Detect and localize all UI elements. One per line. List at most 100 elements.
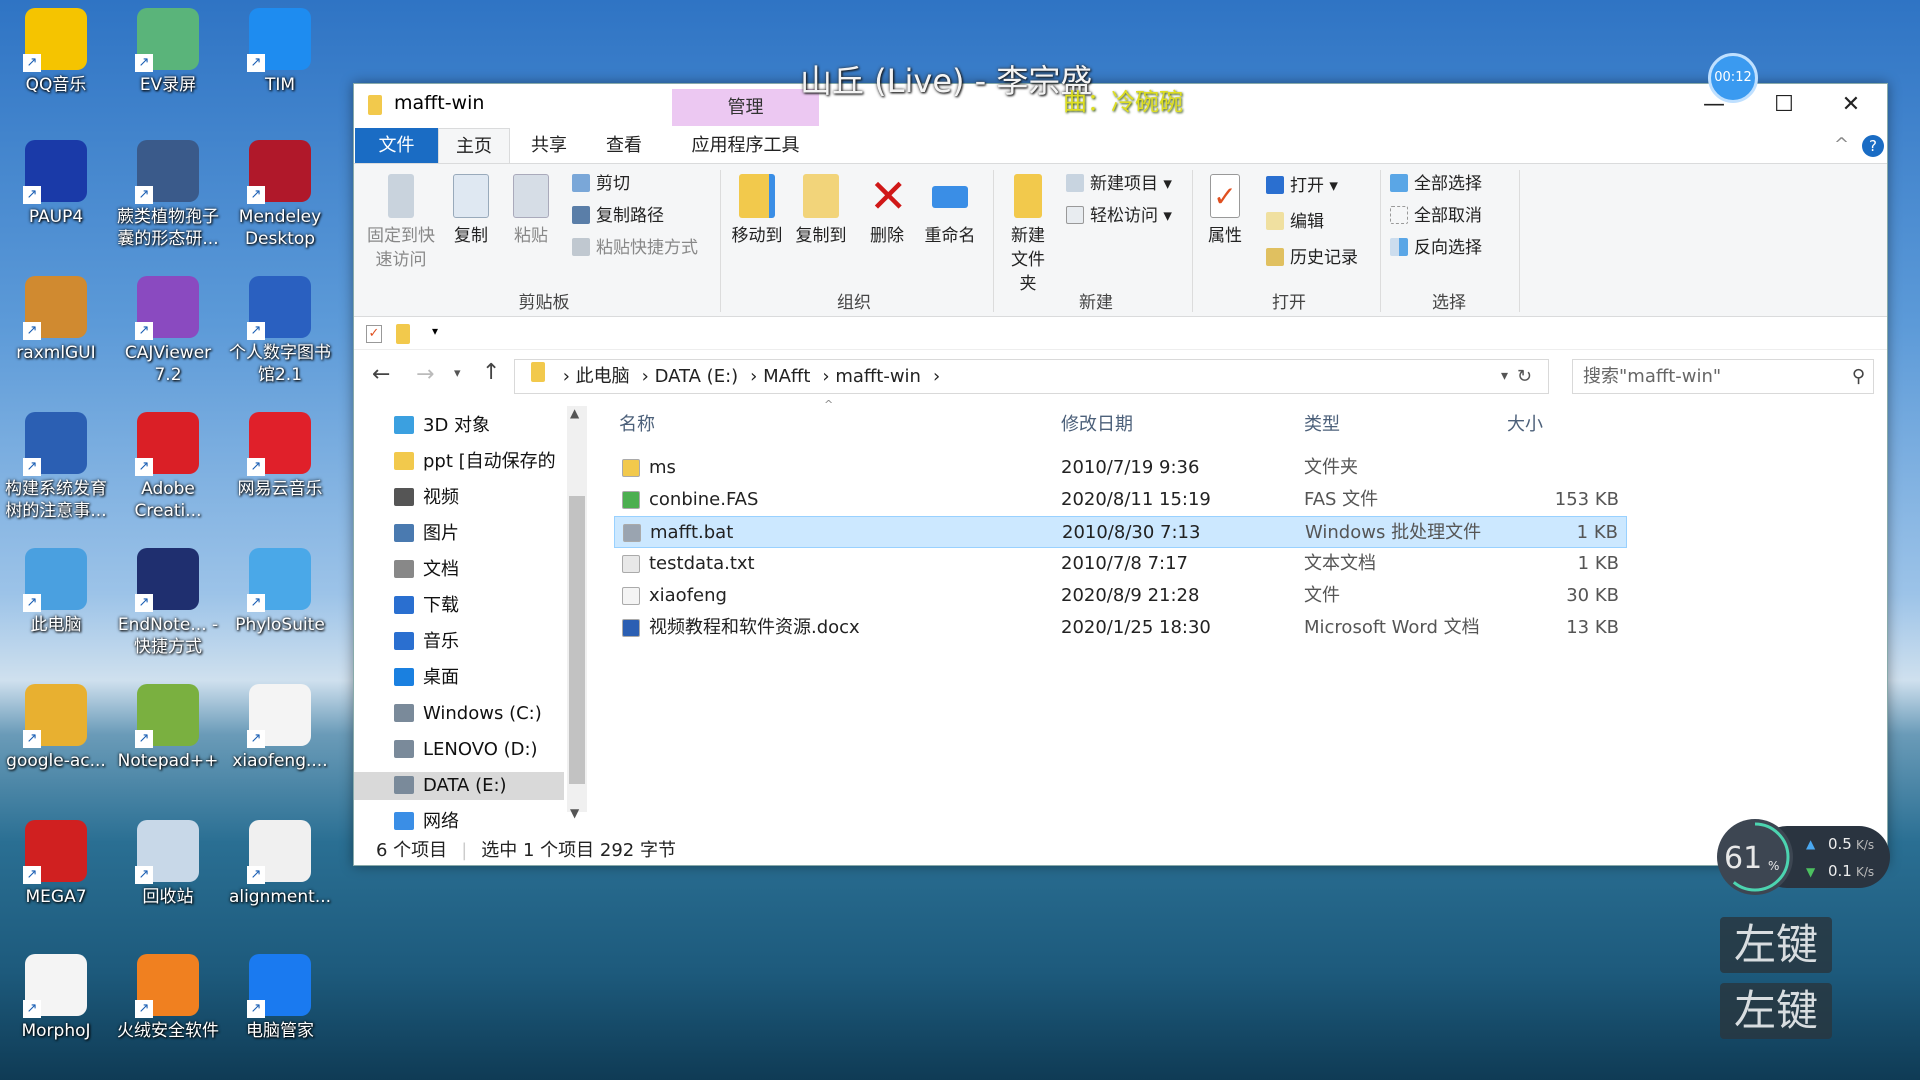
desktop-icon[interactable]: EndNote... - 快捷方式: [112, 548, 224, 658]
desktop-icon[interactable]: 回收站: [112, 820, 224, 908]
history-button[interactable]: 历史记录: [1266, 246, 1358, 270]
select-all-button[interactable]: 全部选择: [1390, 172, 1482, 196]
collapse-ribbon-icon[interactable]: ^: [1834, 134, 1849, 155]
desktop-icon[interactable]: 蕨类植物孢子囊的形态研...: [112, 140, 224, 250]
tab-share[interactable]: 共享: [514, 128, 584, 163]
desktop-icon[interactable]: google-ac...: [0, 684, 112, 772]
nav-item[interactable]: DATA (E:): [354, 772, 564, 800]
breadcrumb-this-pc[interactable]: 此电脑: [576, 366, 630, 387]
open-button[interactable]: 打开 ▾: [1266, 174, 1338, 198]
close-button[interactable]: ✕: [1816, 84, 1886, 126]
delete-button[interactable]: ✕ 删除: [862, 173, 912, 248]
column-header-name[interactable]: 名称: [619, 410, 655, 440]
desktop-icon[interactable]: 个人数字图书馆2.1: [224, 276, 336, 386]
desktop-icon[interactable]: Notepad++: [112, 684, 224, 772]
new-item-button[interactable]: 新建项目 ▾: [1066, 172, 1172, 196]
invert-selection-button[interactable]: 反向选择: [1390, 236, 1482, 260]
file-row[interactable]: testdata.txt 2010/7/8 7:17 文本文档 1 KB: [614, 548, 1627, 580]
nav-item[interactable]: 音乐: [394, 628, 459, 656]
column-header-type[interactable]: 类型: [1304, 410, 1340, 440]
paste-shortcut-button[interactable]: 粘贴快捷方式: [572, 236, 698, 260]
nav-item[interactable]: ppt [自动保存的: [394, 448, 556, 476]
file-row[interactable]: 视频教程和软件资源.docx 2020/1/25 18:30 Microsoft…: [614, 612, 1627, 644]
desktop-icon[interactable]: PAUP4: [0, 140, 112, 228]
address-bar[interactable]: › 此电脑 › DATA (E:) › MAfft › mafft-win › ▾ ↻: [514, 359, 1549, 394]
desktop-icon[interactable]: alignment...: [224, 820, 336, 908]
edit-button[interactable]: 编辑: [1266, 210, 1324, 234]
file-row[interactable]: mafft.bat 2010/8/30 7:13 Windows 批处理文件 1…: [614, 516, 1627, 548]
nav-item[interactable]: 3D 对象: [394, 412, 490, 440]
nav-item-icon: [394, 488, 414, 506]
cut-button[interactable]: 剪切: [572, 172, 630, 196]
nav-item[interactable]: 网络: [394, 808, 459, 836]
desktop-icon[interactable]: 网易云音乐: [224, 412, 336, 500]
file-row[interactable]: xiaofeng 2020/8/9 21:28 文件 30 KB: [614, 580, 1627, 612]
desktop-icon[interactable]: 此电脑: [0, 548, 112, 636]
rename-button[interactable]: 重命名: [920, 174, 980, 248]
column-header-size[interactable]: 大小: [1507, 410, 1543, 440]
nav-item[interactable]: 桌面: [394, 664, 459, 692]
nav-item[interactable]: 文档: [394, 556, 459, 584]
desktop-icon[interactable]: 电脑管家: [224, 954, 336, 1042]
tab-manage[interactable]: 管理: [672, 89, 819, 126]
desktop-icon[interactable]: EV录屏: [112, 8, 224, 96]
new-folder-quick-icon[interactable]: [396, 324, 410, 348]
breadcrumb-mafft-win[interactable]: mafft-win: [835, 366, 921, 387]
help-icon[interactable]: ?: [1862, 135, 1884, 157]
nav-item[interactable]: 下载: [394, 592, 459, 620]
tab-app-tools[interactable]: 应用程序工具: [672, 128, 819, 163]
desktop-icon[interactable]: MorphoJ: [0, 954, 112, 1042]
up-button[interactable]: ↑: [482, 360, 500, 385]
breadcrumb-data-e[interactable]: DATA (E:): [655, 366, 739, 387]
breadcrumb-mafft[interactable]: MAfft: [763, 366, 810, 387]
desktop-icon[interactable]: xiaofeng....: [224, 684, 336, 772]
desktop-icon[interactable]: MEGA7: [0, 820, 112, 908]
tab-home[interactable]: 主页: [438, 128, 510, 163]
desktop-icon[interactable]: CAJViewer 7.2: [112, 276, 224, 386]
scroll-up-icon[interactable]: ▲: [570, 406, 579, 420]
paste-button[interactable]: 粘贴: [506, 174, 556, 248]
nav-scrollbar-thumb[interactable]: [569, 496, 585, 784]
column-header-date[interactable]: 修改日期: [1061, 410, 1133, 440]
copy-path-button[interactable]: 复制路径: [572, 204, 664, 228]
copy-button[interactable]: 复制: [446, 174, 496, 248]
recent-locations-icon[interactable]: ▾: [454, 366, 461, 381]
paste-shortcut-icon: [572, 238, 590, 256]
pin-quick-access-button[interactable]: 固定到快速访问: [364, 174, 438, 272]
desktop-icon[interactable]: QQ音乐: [0, 8, 112, 96]
copy-to-button[interactable]: 复制到: [790, 174, 852, 248]
file-date: 2020/8/11 15:19: [1061, 489, 1211, 510]
back-button[interactable]: ←: [372, 362, 390, 387]
desktop-icon[interactable]: TIM: [224, 8, 336, 96]
desktop-icon[interactable]: Mendeley Desktop: [224, 140, 336, 250]
tab-view[interactable]: 查看: [589, 128, 659, 163]
customize-toolbar-icon[interactable]: ▾: [432, 324, 438, 338]
desktop-icon[interactable]: PhyloSuite: [224, 548, 336, 636]
address-dropdown-icon[interactable]: ▾: [1501, 360, 1508, 393]
nav-item[interactable]: LENOVO (D:): [394, 736, 538, 764]
forward-button[interactable]: →: [416, 362, 434, 387]
desktop-icon[interactable]: raxmlGUI: [0, 276, 112, 364]
nav-item[interactable]: 视频: [394, 484, 459, 512]
desktop-icon[interactable]: 构建系统发育树的注意事...: [0, 412, 112, 522]
desktop-icon[interactable]: Adobe Creati...: [112, 412, 224, 522]
desktop-icon[interactable]: 火绒安全软件: [112, 954, 224, 1042]
select-none-button[interactable]: 全部取消: [1390, 204, 1482, 228]
maximize-button[interactable]: ☐: [1749, 84, 1819, 126]
file-row[interactable]: conbine.FAS 2020/8/11 15:19 FAS 文件 153 K…: [614, 484, 1627, 516]
nav-item-icon: [394, 560, 414, 578]
properties-button[interactable]: ✓ 属性: [1200, 174, 1250, 248]
tab-file[interactable]: 文件: [355, 128, 438, 163]
scroll-down-icon[interactable]: ▼: [570, 806, 579, 820]
move-to-button[interactable]: 移动到: [726, 174, 788, 248]
recording-timer[interactable]: 00:12: [1708, 53, 1758, 103]
nav-item[interactable]: Windows (C:): [394, 700, 542, 728]
new-folder-button[interactable]: 新建文件夹: [997, 174, 1059, 296]
properties-quick-icon[interactable]: ✓: [366, 325, 382, 343]
search-input[interactable]: 搜索"mafft-win" ⚲: [1572, 359, 1874, 394]
refresh-icon[interactable]: ↻: [1517, 360, 1532, 393]
file-row[interactable]: ms 2010/7/19 9:36 文件夹: [614, 452, 1627, 484]
nav-item[interactable]: 图片: [394, 520, 459, 548]
app-icon: [135, 820, 199, 884]
easy-access-button[interactable]: 轻松访问 ▾: [1066, 204, 1172, 228]
